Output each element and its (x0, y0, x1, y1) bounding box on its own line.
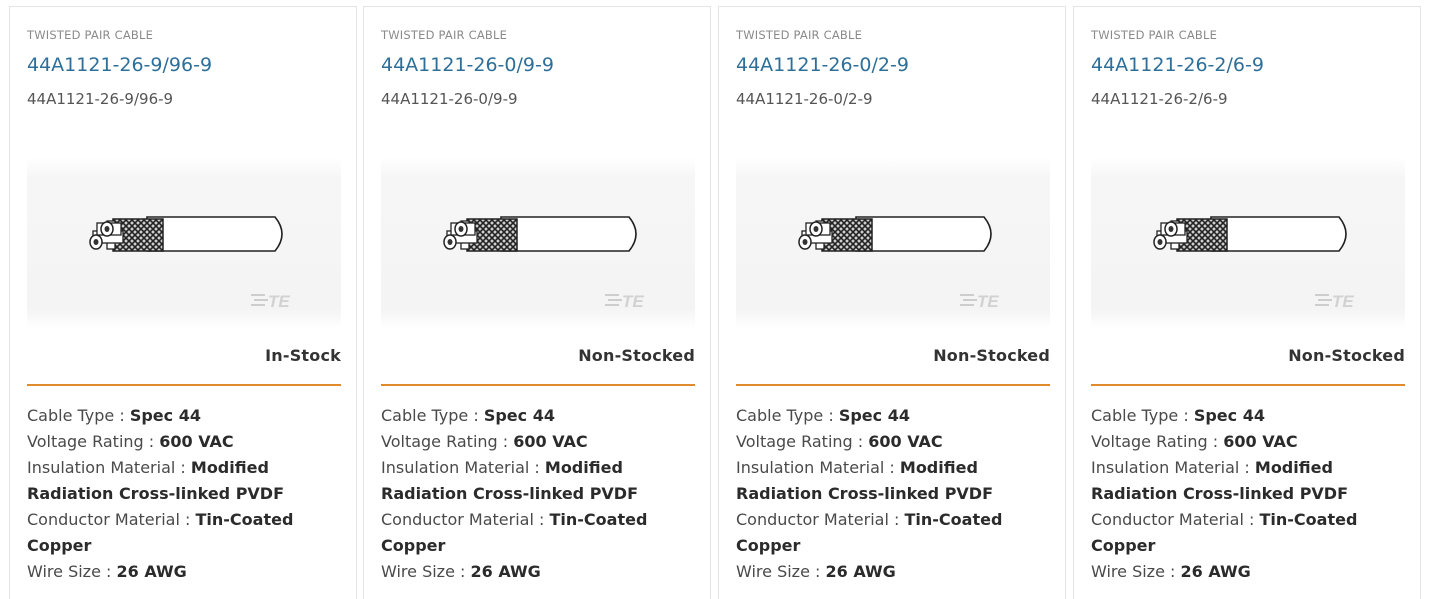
spec-value: 600 VAC (1223, 432, 1298, 451)
product-card[interactable]: TWISTED PAIR CABLE 44A1121-26-2/6-9 44A1… (1073, 6, 1421, 599)
spec-label: Conductor Material : (1091, 510, 1260, 529)
spec-row: Conductor Material : Tin-Coated Copper (736, 507, 1054, 559)
spec-row: Cable Type : Spec 44 (1091, 403, 1409, 429)
stock-status: Non-Stocked (1288, 346, 1405, 365)
spec-list: Cable Type : Spec 44 Voltage Rating : 60… (381, 403, 699, 585)
spec-row: Voltage Rating : 600 VAC (27, 429, 345, 455)
product-card[interactable]: TWISTED PAIR CABLE 44A1121-26-0/9-9 44A1… (363, 6, 711, 599)
spec-row: Cable Type : Spec 44 (736, 403, 1054, 429)
spec-row: Conductor Material : Tin-Coated Copper (381, 507, 699, 559)
spec-row: Wire Size : 26 AWG (1091, 559, 1409, 585)
spec-label: Cable Type : (1091, 406, 1194, 425)
spec-list: Cable Type : Spec 44 Voltage Rating : 60… (1091, 403, 1409, 585)
spec-label: Wire Size : (736, 562, 826, 581)
divider (27, 384, 341, 386)
spec-label: Cable Type : (27, 406, 130, 425)
spec-label: Voltage Rating : (27, 432, 160, 451)
spec-label: Cable Type : (381, 406, 484, 425)
spec-list: Cable Type : Spec 44 Voltage Rating : 60… (27, 403, 345, 585)
spec-row: Insulation Material : Modified Radiation… (27, 455, 345, 507)
product-grid: TWISTED PAIR CABLE 44A1121-26-9/96-9 44A… (0, 0, 1429, 599)
spec-row: Voltage Rating : 600 VAC (381, 429, 699, 455)
spec-value: Spec 44 (483, 406, 555, 425)
spec-label: Insulation Material : (736, 458, 900, 477)
spec-value: Spec 44 (1193, 406, 1265, 425)
spec-value: Spec 44 (838, 406, 910, 425)
spec-row: Voltage Rating : 600 VAC (1091, 429, 1409, 455)
spec-row: Wire Size : 26 AWG (27, 559, 345, 585)
te-logo: TE (1315, 292, 1354, 311)
te-logo: TE (960, 292, 999, 311)
product-category: TWISTED PAIR CABLE (27, 28, 154, 42)
spec-row: Wire Size : 26 AWG (381, 559, 699, 585)
product-title-link[interactable]: 44A1121-26-2/6-9 (1091, 54, 1264, 76)
spec-label: Insulation Material : (381, 458, 545, 477)
spec-value: Spec 44 (129, 406, 201, 425)
spec-label: Wire Size : (381, 562, 471, 581)
product-part-number: 44A1121-26-0/9-9 (381, 90, 518, 108)
te-logo: TE (605, 292, 644, 311)
spec-label: Wire Size : (1091, 562, 1181, 581)
spec-row: Conductor Material : Tin-Coated Copper (1091, 507, 1409, 559)
spec-label: Conductor Material : (736, 510, 905, 529)
stock-status: In-Stock (265, 346, 341, 365)
spec-row: Cable Type : Spec 44 (27, 403, 345, 429)
product-card[interactable]: TWISTED PAIR CABLE 44A1121-26-9/96-9 44A… (9, 6, 357, 599)
product-category: TWISTED PAIR CABLE (381, 28, 508, 42)
product-image[interactable]: TE (27, 157, 341, 329)
product-card[interactable]: TWISTED PAIR CABLE 44A1121-26-0/2-9 44A1… (718, 6, 1066, 599)
spec-value: 600 VAC (159, 432, 234, 451)
spec-row: Voltage Rating : 600 VAC (736, 429, 1054, 455)
spec-row: Insulation Material : Modified Radiation… (381, 455, 699, 507)
svg-text:TE: TE (622, 292, 644, 311)
product-part-number: 44A1121-26-0/2-9 (736, 90, 873, 108)
product-image[interactable]: TE (1091, 157, 1405, 329)
spec-value: 26 AWG (116, 562, 187, 581)
spec-label: Voltage Rating : (1091, 432, 1224, 451)
product-title-link[interactable]: 44A1121-26-0/9-9 (381, 54, 554, 76)
product-part-number: 44A1121-26-2/6-9 (1091, 90, 1228, 108)
te-logo: TE (251, 292, 290, 311)
product-image[interactable]: TE (381, 157, 695, 329)
spec-row: Wire Size : 26 AWG (736, 559, 1054, 585)
spec-label: Insulation Material : (27, 458, 191, 477)
divider (381, 384, 695, 386)
product-title-link[interactable]: 44A1121-26-0/2-9 (736, 54, 909, 76)
svg-text:TE: TE (977, 292, 999, 311)
spec-row: Insulation Material : Modified Radiation… (736, 455, 1054, 507)
product-category: TWISTED PAIR CABLE (736, 28, 863, 42)
spec-row: Conductor Material : Tin-Coated Copper (27, 507, 345, 559)
spec-label: Insulation Material : (1091, 458, 1255, 477)
spec-label: Conductor Material : (381, 510, 550, 529)
spec-row: Insulation Material : Modified Radiation… (1091, 455, 1409, 507)
product-part-number: 44A1121-26-9/96-9 (27, 90, 174, 108)
spec-value: 600 VAC (868, 432, 943, 451)
divider (1091, 384, 1405, 386)
product-title-link[interactable]: 44A1121-26-9/96-9 (27, 54, 212, 76)
spec-value: 26 AWG (470, 562, 541, 581)
spec-list: Cable Type : Spec 44 Voltage Rating : 60… (736, 403, 1054, 585)
stock-status: Non-Stocked (578, 346, 695, 365)
product-image[interactable]: TE (736, 157, 1050, 329)
spec-label: Voltage Rating : (381, 432, 514, 451)
svg-text:TE: TE (268, 292, 290, 311)
product-category: TWISTED PAIR CABLE (1091, 28, 1218, 42)
spec-label: Wire Size : (27, 562, 117, 581)
svg-text:TE: TE (1332, 292, 1354, 311)
spec-label: Voltage Rating : (736, 432, 869, 451)
spec-value: 600 VAC (513, 432, 588, 451)
spec-value: 26 AWG (1180, 562, 1251, 581)
spec-label: Conductor Material : (27, 510, 196, 529)
spec-value: 26 AWG (825, 562, 896, 581)
spec-label: Cable Type : (736, 406, 839, 425)
stock-status: Non-Stocked (933, 346, 1050, 365)
spec-row: Cable Type : Spec 44 (381, 403, 699, 429)
divider (736, 384, 1050, 386)
